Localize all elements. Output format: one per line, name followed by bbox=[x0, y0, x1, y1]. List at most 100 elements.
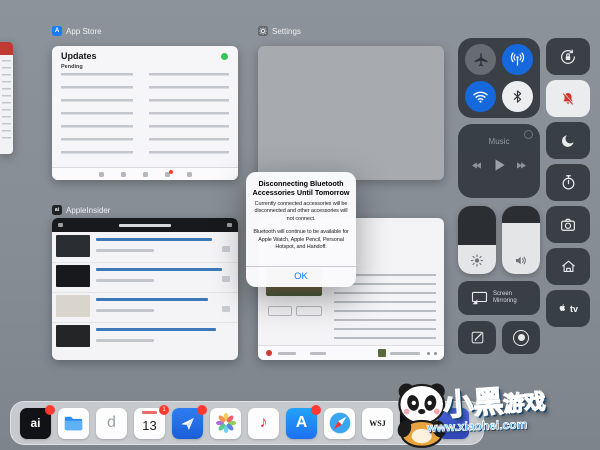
notification-badge: 1 bbox=[425, 405, 435, 415]
comment-icon bbox=[222, 276, 230, 282]
app-card-settings[interactable] bbox=[258, 46, 444, 180]
folder-icon bbox=[64, 416, 83, 431]
home-app-button[interactable] bbox=[546, 248, 590, 285]
wifi-toggle[interactable] bbox=[465, 81, 496, 112]
card-label-settings: Settings bbox=[258, 26, 301, 36]
calendar-day: 13 bbox=[142, 418, 156, 433]
dock-calendar[interactable]: 13 1 bbox=[134, 408, 165, 439]
card-label-text: AppleInsider bbox=[66, 206, 110, 215]
app-store-a-glyph: A bbox=[296, 414, 308, 432]
search-icon bbox=[227, 223, 232, 227]
bluetooth-alert-dialog: Disconnecting Bluetooth Accessories Unti… bbox=[246, 172, 356, 287]
red-toolbar bbox=[0, 42, 13, 55]
headline-skeleton bbox=[96, 238, 212, 241]
comment-icon bbox=[222, 246, 230, 252]
app-card-appleinsider[interactable] bbox=[52, 218, 238, 360]
media-toolbar bbox=[258, 345, 444, 360]
record-icon bbox=[513, 330, 529, 346]
airplane-icon bbox=[473, 52, 489, 68]
dialog-body-1: Currently connected accessories will be … bbox=[251, 201, 351, 223]
screen-mirroring-button[interactable]: Screen Mirroring bbox=[458, 281, 540, 315]
home-icon bbox=[560, 258, 577, 275]
tab-search-icon bbox=[187, 172, 192, 177]
headline-skeleton bbox=[96, 298, 208, 301]
paper-plane-icon bbox=[179, 415, 196, 432]
news-thumbnail bbox=[56, 295, 90, 317]
card-label-text: App Store bbox=[66, 27, 102, 36]
record-dot-icon bbox=[266, 350, 272, 356]
app-card-partial-left[interactable] bbox=[0, 42, 13, 154]
media-button-skeleton bbox=[268, 306, 292, 316]
photos-flower-icon bbox=[215, 412, 237, 434]
toolbar-text-skeleton bbox=[278, 352, 296, 355]
previous-track-button[interactable] bbox=[471, 161, 482, 170]
dock-d-app[interactable]: d bbox=[96, 408, 127, 439]
dock-wsj[interactable]: WSJ bbox=[362, 408, 393, 439]
dock-photos[interactable] bbox=[210, 408, 241, 439]
settings-gear-icon bbox=[258, 26, 268, 36]
rotation-lock-icon bbox=[559, 48, 577, 66]
toolbar-text-skeleton bbox=[390, 352, 420, 355]
dock-spark-mail[interactable] bbox=[172, 408, 203, 439]
headline-skeleton bbox=[96, 328, 216, 331]
header-title-skeleton bbox=[119, 224, 171, 227]
mute-toggle[interactable] bbox=[546, 80, 590, 117]
play-button[interactable] bbox=[492, 158, 506, 172]
dialog-body-2: Bluetooth will continue to be available … bbox=[251, 229, 351, 251]
dock-app-store[interactable]: A bbox=[286, 408, 317, 439]
meta-skeleton bbox=[96, 309, 154, 312]
volume-slider[interactable] bbox=[502, 206, 540, 274]
tab-updates-icon bbox=[165, 172, 170, 177]
dock-hidden-app[interactable] bbox=[438, 408, 469, 439]
dock-music[interactable]: ♪ bbox=[248, 408, 279, 439]
nyt-t-glyph: T bbox=[410, 413, 421, 433]
ok-button[interactable]: OK bbox=[246, 266, 356, 287]
appleinsider-mini-icon: ai bbox=[52, 205, 62, 215]
news-item bbox=[52, 262, 238, 293]
music-widget[interactable]: Music bbox=[458, 124, 540, 198]
dock-nytimes[interactable]: T 1 bbox=[400, 408, 431, 439]
dock-files[interactable] bbox=[58, 408, 89, 439]
dialog-title: Disconnecting Bluetooth Accessories Unti… bbox=[251, 179, 351, 197]
app-card-app-store[interactable]: Updates Pending bbox=[52, 46, 238, 180]
card-label-app-store: A App Store bbox=[52, 26, 102, 36]
card-label-text: Settings bbox=[272, 27, 301, 36]
dock-safari[interactable] bbox=[324, 408, 355, 439]
camera-icon bbox=[559, 216, 577, 234]
updates-title: Updates bbox=[61, 51, 97, 61]
news-item bbox=[52, 322, 238, 352]
updates-badge bbox=[169, 170, 173, 174]
camera-button[interactable] bbox=[546, 206, 590, 243]
cellular-icon bbox=[509, 51, 526, 68]
bluetooth-toggle[interactable] bbox=[502, 81, 533, 112]
notification-badge bbox=[197, 405, 207, 415]
volume-speaker-icon bbox=[514, 253, 529, 268]
do-not-disturb-toggle[interactable] bbox=[546, 122, 590, 159]
calendar-weekday-bar bbox=[142, 411, 157, 414]
timer-icon bbox=[560, 174, 577, 191]
screen-record-button[interactable] bbox=[502, 321, 540, 354]
rotation-lock-toggle[interactable] bbox=[546, 38, 590, 75]
card-label-news: ai AppleInsider bbox=[52, 205, 110, 215]
brightness-slider[interactable] bbox=[458, 206, 496, 274]
news-item bbox=[52, 292, 238, 323]
app-store-mini-icon: A bbox=[52, 26, 62, 36]
timer-button[interactable] bbox=[546, 164, 590, 201]
apple-tv-remote-button[interactable]: tv bbox=[546, 290, 590, 327]
airplay-audio-icon bbox=[524, 130, 533, 139]
next-track-button[interactable] bbox=[516, 161, 527, 170]
notes-button[interactable] bbox=[458, 321, 496, 354]
app-store-tab-bar bbox=[52, 167, 238, 180]
cellular-data-toggle[interactable] bbox=[502, 44, 533, 75]
updates-list-skeleton-left bbox=[61, 73, 133, 161]
now-playing-thumb bbox=[378, 349, 386, 357]
toolbar-dot bbox=[427, 352, 430, 355]
news-thumbnail bbox=[56, 325, 90, 347]
screen-mirroring-icon bbox=[471, 291, 488, 305]
toolbar-dot bbox=[434, 352, 437, 355]
airplane-mode-toggle[interactable] bbox=[465, 44, 496, 75]
ipad-app-switcher-screen: A App Store Updates Pending Settings bbox=[0, 0, 600, 450]
dock-appleinsider[interactable]: ai bbox=[20, 408, 51, 439]
tab-games-icon bbox=[121, 172, 126, 177]
notification-badge bbox=[311, 405, 321, 415]
